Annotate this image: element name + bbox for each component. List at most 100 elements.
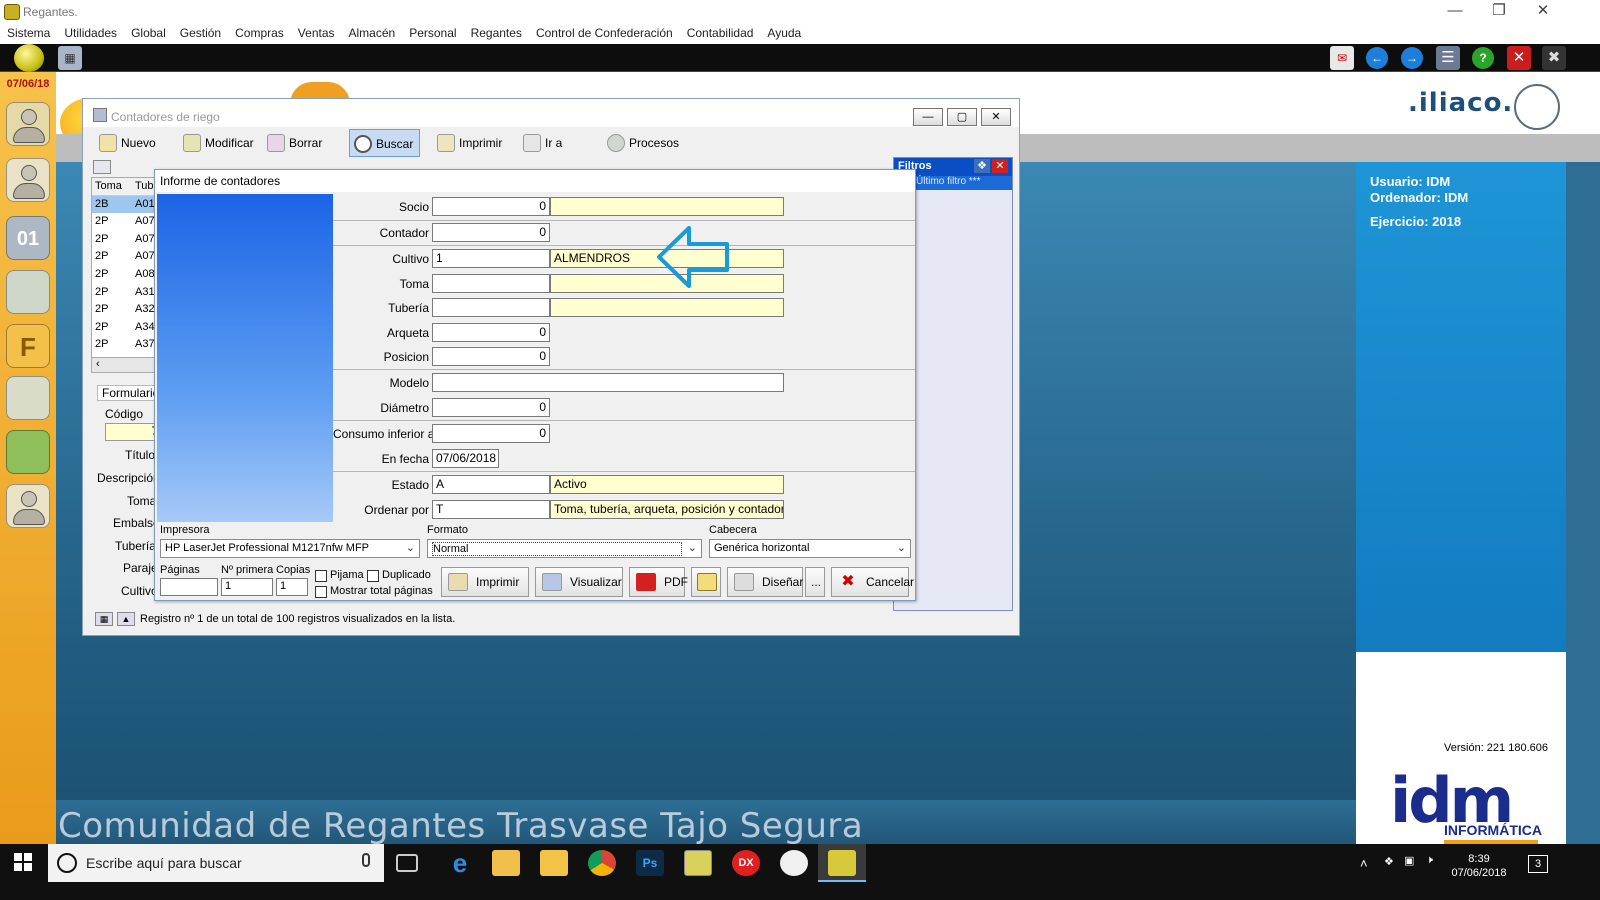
chrome-icon[interactable] xyxy=(588,850,616,876)
posicion-input[interactable]: 0 xyxy=(432,347,550,366)
contador-input[interactable]: 0 xyxy=(432,223,550,242)
en-fecha-input[interactable]: 07/06/2018 xyxy=(432,449,499,468)
status-view-icon[interactable]: ▦ xyxy=(95,612,113,626)
forward-arrow-icon[interactable]: → xyxy=(1401,47,1423,69)
home-globe-icon[interactable] xyxy=(14,44,44,72)
table-row[interactable]: 2P A34 xyxy=(92,319,155,337)
horizontal-scrollbar[interactable]: ‹ xyxy=(91,357,155,373)
close-icon[interactable]: ✕ xyxy=(1520,2,1566,22)
restore-icon[interactable]: ❐ xyxy=(1476,2,1522,22)
socio-input[interactable]: 0 xyxy=(432,197,550,216)
window-minimize-icon[interactable]: — xyxy=(913,108,943,126)
menu-utilidades[interactable]: Utilidades xyxy=(57,24,124,40)
paginas-input[interactable] xyxy=(160,578,218,596)
diametro-input[interactable]: 0 xyxy=(432,398,550,417)
windows-start-icon[interactable] xyxy=(14,853,32,871)
imprimir-report-button[interactable]: Imprimir xyxy=(441,567,529,597)
arqueta-input[interactable]: 0 xyxy=(432,323,550,342)
table-row[interactable]: 2B A01 xyxy=(92,195,155,214)
menu-regantes[interactable]: Regantes xyxy=(464,24,529,40)
primera-spinner[interactable]: 1 xyxy=(221,578,273,596)
shopping-bag-icon[interactable] xyxy=(6,430,50,474)
photoshop-icon[interactable]: Ps xyxy=(636,850,664,876)
windows-list-icon[interactable]: ☰ xyxy=(1436,46,1460,70)
employee-icon[interactable] xyxy=(6,484,50,528)
reports-icon[interactable] xyxy=(6,270,50,314)
table-row[interactable]: 2P A07 xyxy=(92,213,155,231)
menu-almacen[interactable]: Almacén xyxy=(342,24,403,40)
taskbar-search[interactable]: Escribe aquí para buscar xyxy=(48,844,384,882)
modelo-input[interactable] xyxy=(432,373,784,392)
task-view-icon[interactable] xyxy=(396,854,418,872)
table-row[interactable]: 2P A31 xyxy=(92,284,155,302)
help-icon[interactable]: ? xyxy=(1472,47,1494,69)
menu-global[interactable]: Global xyxy=(124,24,173,40)
dropbox-icon[interactable]: ❖ xyxy=(1384,855,1394,868)
ordenar-input[interactable]: T xyxy=(432,500,550,519)
active-task-highlight[interactable] xyxy=(818,844,866,882)
wizard-icon[interactable] xyxy=(6,376,50,420)
modificar-button[interactable]: Modificar xyxy=(179,129,260,157)
file-explorer-icon[interactable] xyxy=(540,850,568,876)
pin-icon[interactable]: ❖ xyxy=(974,159,990,173)
consumo-input[interactable]: 0 xyxy=(432,424,550,443)
codigo-input[interactable]: 7 xyxy=(105,423,161,441)
table-row[interactable]: 2P A32 xyxy=(92,301,155,319)
filters-close-icon[interactable]: ✕ xyxy=(992,159,1008,173)
menu-personal[interactable]: Personal xyxy=(402,24,463,40)
procesos-button[interactable]: Procesos xyxy=(603,129,685,157)
imprimir-button[interactable]: Imprimir xyxy=(433,129,508,157)
database-icon[interactable]: 01 xyxy=(6,216,50,260)
copias-spinner[interactable]: 1 xyxy=(276,578,308,596)
table-row[interactable]: 2P A08 xyxy=(92,266,155,284)
email-button[interactable] xyxy=(691,567,721,597)
menu-contabilidad[interactable]: Contabilidad xyxy=(680,24,761,40)
disenar-button[interactable]: Diseñar xyxy=(727,567,803,597)
window-close-icon[interactable]: ✕ xyxy=(981,108,1011,126)
cabecera-select[interactable]: Genérica horizontal ⌄ xyxy=(709,539,911,558)
exit-icon[interactable]: ✕ xyxy=(1507,46,1531,70)
pdf-button[interactable]: PDF xyxy=(629,567,688,597)
back-arrow-icon[interactable]: ← xyxy=(1366,47,1388,69)
window-maximize-icon[interactable]: ▢ xyxy=(947,108,977,126)
microphone-icon[interactable] xyxy=(362,853,370,867)
more-options-button[interactable]: ... xyxy=(805,567,825,597)
menu-ayuda[interactable]: Ayuda xyxy=(760,24,808,40)
menu-gestion[interactable]: Gestión xyxy=(173,24,228,40)
table-row[interactable]: 2P A07 xyxy=(92,231,155,249)
calendar-icon[interactable]: ▦ xyxy=(58,46,82,70)
collapse-up-icon[interactable]: ▲ xyxy=(117,612,135,626)
tray-chevron-icon[interactable]: ˄ xyxy=(1360,856,1368,871)
menu-compras[interactable]: Compras xyxy=(228,24,291,40)
menu-ventas[interactable]: Ventas xyxy=(291,24,342,40)
visualizar-button[interactable]: Visualizar xyxy=(535,567,623,597)
cancelar-button[interactable]: ✖ Cancelar xyxy=(831,567,914,597)
buscar-button[interactable]: Buscar xyxy=(349,129,421,157)
ir-a-button[interactable]: Ir a xyxy=(519,129,568,157)
borrar-button[interactable]: Borrar xyxy=(263,129,328,157)
notifications-icon[interactable]: 3 xyxy=(1528,855,1548,873)
messages-icon[interactable]: ✉ xyxy=(1330,46,1354,70)
user-icon[interactable] xyxy=(6,158,50,202)
close-all-icon[interactable]: ✖ xyxy=(1542,46,1566,70)
edge-icon[interactable]: e xyxy=(446,850,474,876)
pijama-checkbox[interactable] xyxy=(315,570,327,582)
folder-f-icon[interactable]: F xyxy=(6,324,50,368)
tuberia-input[interactable] xyxy=(432,298,550,317)
regantes-app-icon[interactable] xyxy=(684,850,712,876)
grid-view-icon[interactable] xyxy=(93,160,111,174)
users-group-icon[interactable] xyxy=(6,102,50,146)
impresora-select[interactable]: HP LaserJet Professional M1217nfw MFP ⌄ xyxy=(160,539,420,558)
network-icon[interactable]: ▣ xyxy=(1404,854,1414,867)
formato-select[interactable]: Normal ⌄ xyxy=(427,539,702,558)
duplicado-checkbox[interactable] xyxy=(367,570,379,582)
estado-input[interactable]: A xyxy=(432,475,550,494)
menu-control-confederacion[interactable]: Control de Confederación xyxy=(529,24,680,40)
table-row[interactable]: 2P A07 xyxy=(92,248,155,266)
nuevo-button[interactable]: Nuevo xyxy=(95,129,162,157)
flame-app-icon[interactable] xyxy=(780,850,808,876)
toma-input[interactable] xyxy=(432,274,550,293)
dx-icon[interactable]: DX xyxy=(732,850,760,876)
table-row[interactable]: 2P A37 xyxy=(92,336,155,354)
minimize-icon[interactable]: — xyxy=(1432,2,1478,22)
